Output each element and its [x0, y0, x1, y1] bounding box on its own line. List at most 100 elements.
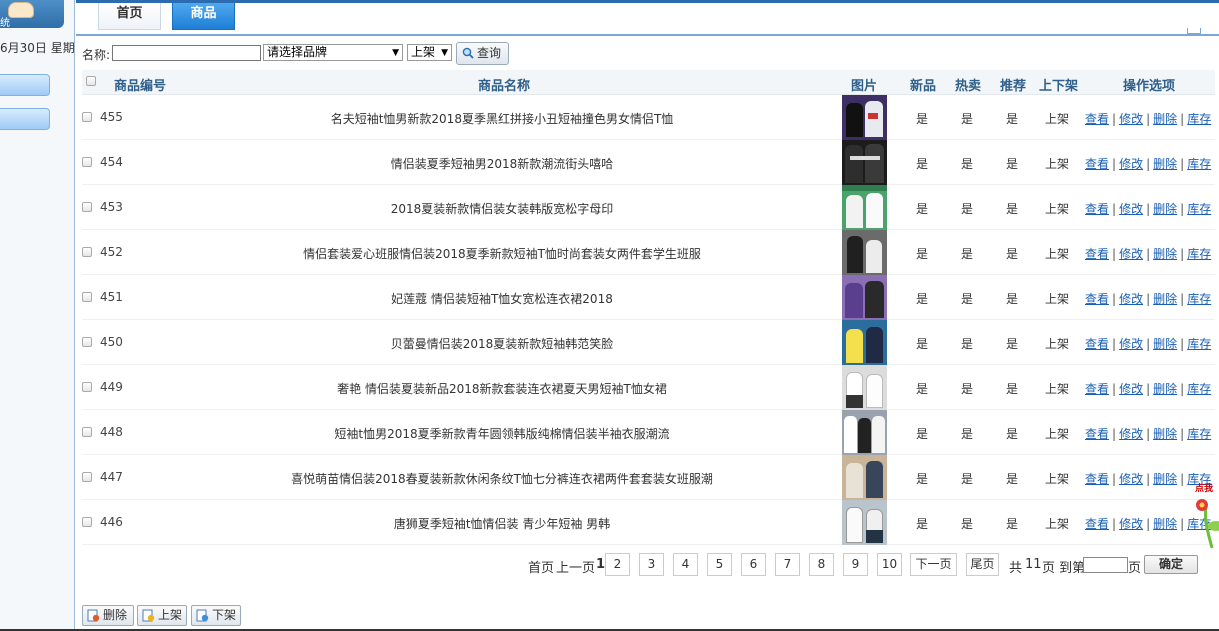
tab-bar-toggle[interactable] [1187, 28, 1201, 34]
edit-link[interactable]: 修改 [1119, 112, 1143, 126]
product-code: 455 [100, 110, 123, 124]
delete-link[interactable]: 删除 [1153, 517, 1177, 531]
floating-ad[interactable]: 点我 [1190, 478, 1219, 548]
pager-page-8[interactable]: 8 [809, 553, 834, 576]
pager-page-10[interactable]: 10 [877, 553, 902, 576]
pager-confirm-button[interactable]: 确定 [1144, 555, 1198, 574]
top-border [76, 0, 1219, 3]
stock-link[interactable]: 库存 [1187, 292, 1211, 306]
pager-page-6[interactable]: 6 [741, 553, 766, 576]
product-thumbnail[interactable] [842, 455, 887, 500]
row-checkbox[interactable] [82, 382, 92, 392]
product-thumbnail[interactable] [842, 500, 887, 545]
view-link[interactable]: 查看 [1085, 292, 1109, 306]
row-checkbox[interactable] [82, 337, 92, 347]
edit-link[interactable]: 修改 [1119, 292, 1143, 306]
view-link[interactable]: 查看 [1085, 247, 1109, 261]
edit-link[interactable]: 修改 [1119, 427, 1143, 441]
row-checkbox[interactable] [82, 472, 92, 482]
view-link[interactable]: 查看 [1085, 382, 1109, 396]
table-row: 455 名夫短袖t恤男新款2018夏季黑红拼接小丑短袖撞色男女情侣T恤 是 是 … [82, 95, 1215, 140]
product-thumbnail[interactable] [842, 365, 887, 410]
pager-last-button[interactable]: 尾页 [966, 553, 999, 576]
delete-link[interactable]: 删除 [1153, 472, 1177, 486]
product-thumbnail[interactable] [842, 320, 887, 365]
stock-link[interactable]: 库存 [1187, 112, 1211, 126]
left-frame: 统 6月30日 星期 [0, 0, 75, 631]
stock-link[interactable]: 库存 [1187, 382, 1211, 396]
delete-link[interactable]: 删除 [1153, 427, 1177, 441]
product-name: 2018夏装新款情侣装女装韩版宽松字母印 [390, 202, 614, 216]
row-checkbox[interactable] [82, 427, 92, 437]
left-menu-button-2[interactable] [0, 108, 50, 130]
stock-link[interactable]: 库存 [1187, 202, 1211, 216]
delete-link[interactable]: 删除 [1153, 337, 1177, 351]
pager-page-4[interactable]: 4 [673, 553, 698, 576]
is-hot: 是 [961, 292, 974, 306]
edit-link[interactable]: 修改 [1119, 247, 1143, 261]
is-hot: 是 [961, 472, 974, 486]
product-thumbnail[interactable] [842, 410, 887, 455]
stock-link[interactable]: 库存 [1187, 337, 1211, 351]
dropdown-arrow-icon: ▼ [441, 48, 448, 58]
left-menu-button-1[interactable] [0, 74, 50, 96]
select-all-checkbox[interactable] [86, 76, 96, 86]
delete-link[interactable]: 删除 [1153, 157, 1177, 171]
product-thumbnail[interactable] [842, 185, 887, 230]
row-checkbox[interactable] [82, 112, 92, 122]
view-link[interactable]: 查看 [1085, 157, 1109, 171]
header-product-name: 商品名称 [478, 79, 531, 94]
pager-goto-input[interactable] [1083, 557, 1128, 573]
row-checkbox[interactable] [82, 202, 92, 212]
product-thumbnail[interactable] [842, 275, 887, 320]
tab-products[interactable]: 商品 [172, 3, 235, 30]
edit-link[interactable]: 修改 [1119, 202, 1143, 216]
stock-link[interactable]: 库存 [1187, 427, 1211, 441]
row-checkbox[interactable] [82, 292, 92, 302]
edit-link[interactable]: 修改 [1119, 337, 1143, 351]
edit-link[interactable]: 修改 [1119, 517, 1143, 531]
name-search-input[interactable] [112, 45, 261, 61]
stock-link[interactable]: 库存 [1187, 157, 1211, 171]
product-thumbnail[interactable] [842, 230, 887, 275]
is-new: 是 [916, 472, 929, 486]
view-link[interactable]: 查看 [1085, 112, 1109, 126]
view-link[interactable]: 查看 [1085, 472, 1109, 486]
is-new: 是 [916, 157, 929, 171]
pager-page-3[interactable]: 3 [639, 553, 664, 576]
pager-prev-link[interactable]: 上一页 [556, 557, 595, 576]
query-button[interactable]: 查询 [456, 42, 509, 65]
delete-link[interactable]: 删除 [1153, 112, 1177, 126]
delete-link[interactable]: 删除 [1153, 202, 1177, 216]
edit-link[interactable]: 修改 [1119, 382, 1143, 396]
edit-link[interactable]: 修改 [1119, 157, 1143, 171]
tab-home[interactable]: 首页 [98, 3, 161, 30]
edit-link[interactable]: 修改 [1119, 472, 1143, 486]
view-link[interactable]: 查看 [1085, 202, 1109, 216]
view-link[interactable]: 查看 [1085, 337, 1109, 351]
is-hot: 是 [961, 247, 974, 261]
pager-next-button[interactable]: 下一页 [910, 553, 957, 576]
stock-link[interactable]: 库存 [1187, 247, 1211, 261]
delete-link[interactable]: 删除 [1153, 292, 1177, 306]
pager-page-2[interactable]: 2 [605, 553, 630, 576]
brand-select[interactable]: 请选择品牌 ▼ [263, 44, 403, 61]
delete-link[interactable]: 删除 [1153, 247, 1177, 261]
batch-delete-button[interactable]: 删除 [82, 605, 134, 626]
view-link[interactable]: 查看 [1085, 517, 1109, 531]
product-thumbnail[interactable] [842, 95, 887, 140]
view-link[interactable]: 查看 [1085, 427, 1109, 441]
table-row: 446 唐狮夏季短袖t恤情侣装 青少年短袖 男韩 是 是 是 上架 查看 | 修改 |… [82, 500, 1215, 545]
pager-page-5[interactable]: 5 [707, 553, 732, 576]
pager-page-7[interactable]: 7 [775, 553, 800, 576]
pager-first-link[interactable]: 首页 [528, 557, 554, 576]
batch-shelf-on-button[interactable]: 上架 [137, 605, 187, 626]
product-thumbnail[interactable] [842, 140, 887, 185]
row-checkbox[interactable] [82, 247, 92, 257]
row-checkbox[interactable] [82, 517, 92, 527]
row-checkbox[interactable] [82, 157, 92, 167]
pager-page-9[interactable]: 9 [843, 553, 868, 576]
batch-shelf-off-button[interactable]: 下架 [191, 605, 241, 626]
delete-link[interactable]: 删除 [1153, 382, 1177, 396]
shelf-status-select[interactable]: 上架 ▼ [407, 44, 452, 61]
